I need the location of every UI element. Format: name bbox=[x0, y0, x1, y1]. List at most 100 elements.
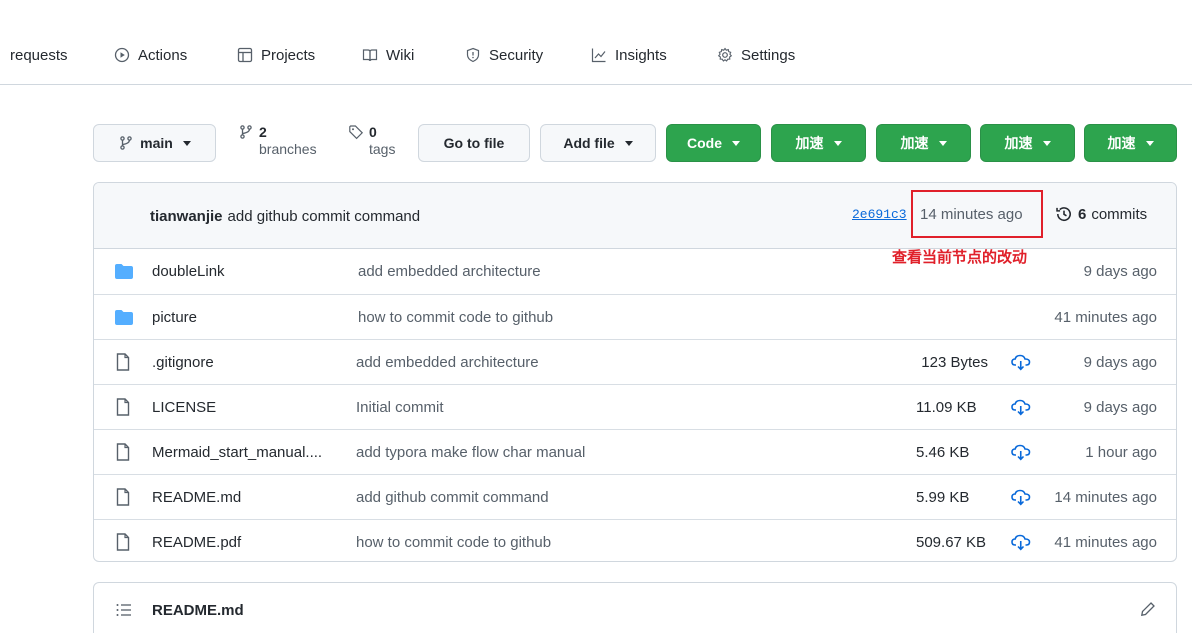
chevron-down-icon bbox=[1042, 140, 1051, 146]
add-file-button[interactable]: Add file bbox=[540, 124, 656, 162]
book-icon bbox=[362, 49, 378, 62]
chevron-down-icon bbox=[624, 140, 633, 146]
commits-link[interactable]: 6 commits bbox=[1055, 205, 1147, 223]
speed-label: 加速 bbox=[795, 135, 824, 151]
speed-label: 加速 bbox=[1004, 135, 1033, 151]
history-icon bbox=[1056, 207, 1071, 222]
commit-author[interactable]: tianwanjie bbox=[150, 208, 223, 225]
readme-title[interactable]: README.md bbox=[152, 602, 244, 619]
tab-actions-label: Actions bbox=[138, 46, 188, 64]
pencil-icon[interactable] bbox=[1140, 601, 1156, 617]
cloud-download-icon[interactable] bbox=[1011, 489, 1031, 506]
commits-count: 6 bbox=[1078, 205, 1087, 223]
file-time: 41 minutes ago bbox=[1054, 534, 1157, 551]
file-size: 5.46 KB bbox=[916, 444, 970, 461]
file-icon bbox=[116, 488, 130, 506]
file-time: 9 days ago bbox=[1083, 399, 1157, 416]
file-time: 41 minutes ago bbox=[1054, 309, 1157, 326]
table-row[interactable]: Mermaid_start_manual.... add typora make… bbox=[94, 429, 1176, 474]
shield-icon bbox=[466, 47, 480, 63]
file-commit-message[interactable]: add github commit command bbox=[356, 475, 549, 520]
chevron-down-icon bbox=[938, 140, 947, 146]
go-to-file-label: Go to file bbox=[443, 135, 505, 151]
add-file-label: Add file bbox=[563, 135, 615, 151]
annotation-highlight bbox=[911, 190, 1043, 238]
tab-settings[interactable]: Settings bbox=[717, 44, 795, 66]
file-size: 123 Bytes bbox=[921, 354, 988, 371]
file-commit-message[interactable]: how to commit code to github bbox=[356, 520, 551, 561]
branch-selector[interactable]: main bbox=[93, 124, 216, 162]
tab-security-label: Security bbox=[489, 46, 544, 64]
folder-icon bbox=[115, 264, 133, 279]
cloud-download-icon[interactable] bbox=[1011, 444, 1031, 461]
code-button[interactable]: Code bbox=[666, 124, 761, 162]
commit-message[interactable]: add github commit command bbox=[228, 208, 421, 225]
file-name[interactable]: README.md bbox=[152, 475, 241, 520]
list-icon[interactable] bbox=[116, 603, 132, 617]
file-icon bbox=[116, 533, 130, 551]
branch-name: main bbox=[140, 135, 173, 151]
chevron-down-icon bbox=[732, 140, 740, 146]
file-name[interactable]: .gitignore bbox=[152, 340, 214, 385]
graph-icon bbox=[591, 48, 606, 63]
repo-nav: requests Actions Projects Wiki Security … bbox=[0, 0, 1192, 85]
file-icon bbox=[116, 398, 130, 416]
folder-icon bbox=[115, 310, 133, 325]
file-name[interactable]: doubleLink bbox=[152, 249, 225, 294]
file-icon bbox=[116, 353, 130, 371]
cloud-download-icon[interactable] bbox=[1011, 399, 1031, 416]
speed-button[interactable]: 加速 bbox=[980, 124, 1075, 162]
file-size: 509.67 KB bbox=[916, 534, 987, 551]
speed-button[interactable]: 加速 bbox=[1084, 124, 1177, 162]
file-commit-message[interactable]: add embedded architecture bbox=[358, 249, 541, 294]
file-list: tianwanjie add github commit command 2e6… bbox=[93, 182, 1177, 562]
branches-link[interactable]: 2 branches bbox=[238, 124, 317, 158]
file-size: 5.99 KB bbox=[916, 489, 970, 506]
branches-count: 2 bbox=[259, 124, 267, 140]
tab-pull-requests-label: requests bbox=[10, 46, 68, 64]
tags-label: tags bbox=[369, 141, 396, 157]
git-branch-icon bbox=[240, 125, 252, 139]
cloud-download-icon[interactable] bbox=[1011, 534, 1031, 551]
table-row[interactable]: README.md add github commit command 5.99… bbox=[94, 474, 1176, 519]
commit-sha[interactable]: 2e691c3 bbox=[852, 207, 907, 222]
git-branch-icon bbox=[120, 136, 132, 150]
chevron-down-icon bbox=[182, 140, 191, 146]
file-commit-message[interactable]: add embedded architecture bbox=[356, 340, 539, 385]
table-row[interactable]: .gitignore add embedded architecture 123… bbox=[94, 339, 1176, 384]
file-time: 14 minutes ago bbox=[1054, 489, 1157, 506]
tab-insights[interactable]: Insights bbox=[591, 44, 667, 66]
table-row[interactable]: picture how to commit code to github 41 … bbox=[94, 294, 1176, 339]
table-row[interactable]: README.pdf how to commit code to github … bbox=[94, 519, 1176, 561]
tab-wiki[interactable]: Wiki bbox=[362, 44, 414, 66]
annotation-text: 查看当前节点的改动 bbox=[892, 249, 1028, 266]
file-name[interactable]: README.pdf bbox=[152, 520, 241, 561]
table-row[interactable]: LICENSE Initial commit 11.09 KB 9 days a… bbox=[94, 384, 1176, 429]
tab-security[interactable]: Security bbox=[465, 44, 543, 66]
file-name[interactable]: Mermaid_start_manual.... bbox=[152, 430, 322, 475]
speed-label: 加速 bbox=[1107, 135, 1136, 151]
speed-label: 加速 bbox=[900, 135, 929, 151]
table-icon bbox=[237, 47, 253, 63]
file-time: 9 days ago bbox=[1083, 263, 1157, 280]
file-name[interactable]: LICENSE bbox=[152, 385, 216, 430]
speed-button[interactable]: 加速 bbox=[876, 124, 971, 162]
tab-insights-label: Insights bbox=[615, 46, 667, 64]
speed-button[interactable]: 加速 bbox=[771, 124, 866, 162]
commits-label: commits bbox=[1091, 205, 1148, 223]
tab-actions[interactable]: Actions bbox=[114, 44, 187, 66]
file-commit-message[interactable]: Initial commit bbox=[356, 385, 444, 430]
file-icon bbox=[116, 443, 130, 461]
file-commit-message[interactable]: add typora make flow char manual bbox=[356, 430, 585, 475]
file-commit-message[interactable]: how to commit code to github bbox=[358, 295, 553, 340]
file-name[interactable]: picture bbox=[152, 295, 197, 340]
gear-icon bbox=[717, 47, 733, 62]
file-size: 11.09 KB bbox=[916, 399, 977, 416]
tags-link[interactable]: 0 tags bbox=[348, 124, 395, 158]
latest-commit: tianwanjie add github commit command bbox=[150, 183, 420, 249]
tab-projects[interactable]: Projects bbox=[237, 44, 315, 66]
tag-icon bbox=[349, 125, 364, 140]
cloud-download-icon[interactable] bbox=[1011, 354, 1031, 371]
tab-pull-requests[interactable]: requests bbox=[10, 44, 68, 66]
go-to-file-button[interactable]: Go to file bbox=[418, 124, 530, 162]
